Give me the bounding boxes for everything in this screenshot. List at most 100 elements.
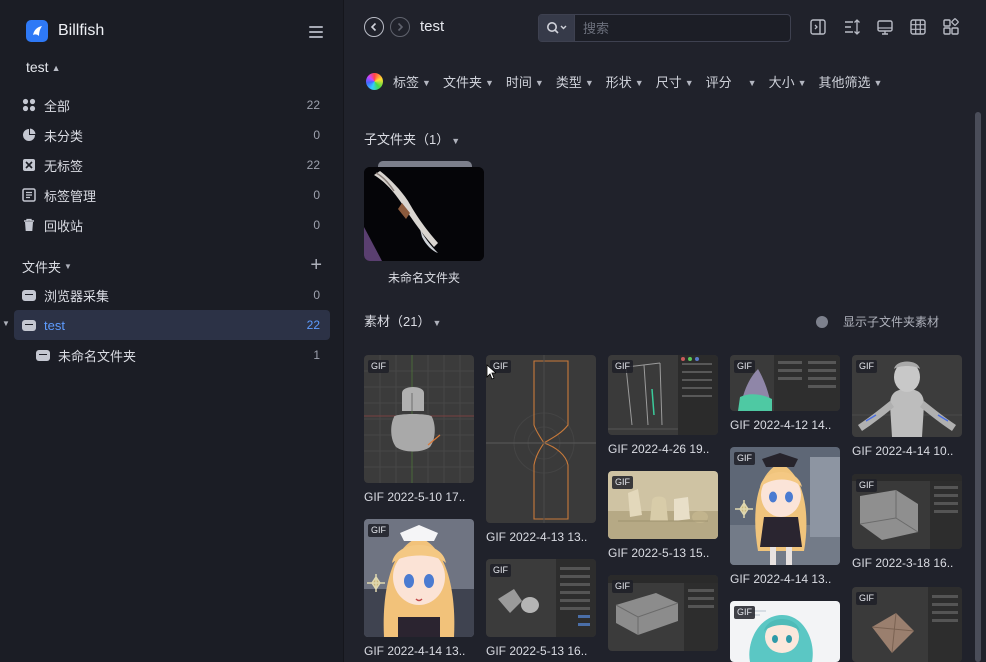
gif-badge: GIF bbox=[856, 360, 877, 373]
sidebar-item-uncategorized[interactable]: 未分类 0 bbox=[14, 120, 330, 150]
gif-badge: GIF bbox=[490, 564, 511, 577]
folders-label[interactable]: 文件夹 bbox=[22, 257, 61, 276]
asset-card[interactable]: GIF GIF 2022-4-12 14.. bbox=[730, 355, 840, 432]
asset-card[interactable]: GIF bbox=[730, 601, 840, 662]
asset-card[interactable]: GIF GIF 2022-3-18 16.. bbox=[852, 474, 962, 570]
folder-count: 0 bbox=[313, 288, 320, 302]
folder-item-test[interactable]: test 22 bbox=[14, 310, 330, 340]
asset-card[interactable]: GIF GIF 2022-4-14 10.. bbox=[852, 355, 962, 458]
filter-shape[interactable]: 形状 ▼ bbox=[606, 72, 644, 91]
filter-other[interactable]: 其他筛选 ▼ bbox=[819, 72, 883, 91]
item-count: 0 bbox=[313, 128, 320, 142]
library-switcher[interactable]: test ▲ bbox=[26, 59, 61, 75]
grid-dots-icon bbox=[22, 98, 36, 112]
assets-label: 素材（21） bbox=[364, 314, 431, 329]
asset-card[interactable]: GIF GIF 2022-4-14 13.. bbox=[730, 447, 840, 586]
folder-count: 1 bbox=[313, 348, 320, 362]
sort-icon[interactable] bbox=[843, 18, 861, 36]
show-subfolder-assets-toggle[interactable]: 显示子文件夹素材 bbox=[816, 313, 939, 330]
filter-rating[interactable]: 评分 ▼ bbox=[706, 72, 757, 91]
asset-thumbnail: GIF bbox=[852, 355, 962, 437]
asset-card[interactable]: GIF GIF 2022-4-13 13.. bbox=[486, 355, 596, 544]
sidebar-item-label: 标签管理 bbox=[44, 188, 97, 204]
add-folder-icon[interactable]: + bbox=[310, 255, 322, 275]
billfish-logo-icon bbox=[26, 20, 48, 42]
toggle-dot-icon bbox=[816, 315, 828, 328]
main-panel: test 标签▼ 文件夹▼ 时间▼ 类型▼ 形状▼ 尺寸▼ 评分▼ 大小▼ 其他… bbox=[344, 0, 986, 662]
asset-caption: GIF 2022-4-14 13.. bbox=[730, 572, 832, 586]
color-filter-icon[interactable] bbox=[366, 72, 383, 90]
sidebar-item-tag-manage[interactable]: 标签管理 0 bbox=[14, 180, 330, 210]
folder-count: 22 bbox=[306, 318, 320, 332]
tree-expand-icon[interactable]: ▼ bbox=[2, 319, 10, 328]
search-box bbox=[538, 14, 791, 42]
toggle-panel-icon[interactable] bbox=[809, 18, 827, 36]
pie-icon bbox=[22, 128, 36, 142]
gif-badge: GIF bbox=[368, 524, 389, 537]
app-name: Billfish bbox=[58, 22, 105, 39]
filter-filesize[interactable]: 大小 ▼ bbox=[769, 72, 807, 91]
item-count: 22 bbox=[306, 158, 320, 172]
waterfall-view-icon[interactable] bbox=[942, 18, 960, 36]
asset-caption: GIF 2022-4-14 13.. bbox=[364, 644, 466, 658]
sidebar-item-label: 无标签 bbox=[44, 158, 84, 174]
subfolder-card[interactable]: 未命名文件夹 bbox=[364, 161, 484, 286]
filter-tags[interactable]: 标签 ▼ bbox=[393, 72, 431, 91]
asset-thumbnail: GIF bbox=[852, 474, 962, 549]
asset-thumbnail: GIF bbox=[730, 355, 840, 411]
folder-icon bbox=[22, 319, 36, 331]
asset-card[interactable]: GIF bbox=[852, 587, 962, 662]
asset-card[interactable]: GIF GIF 2022-4-26 19.. bbox=[608, 355, 718, 456]
library-name: test bbox=[26, 59, 49, 75]
gif-badge: GIF bbox=[856, 479, 877, 492]
filter-type[interactable]: 类型 ▼ bbox=[556, 72, 594, 91]
page-title: test bbox=[420, 18, 445, 35]
gif-badge: GIF bbox=[734, 452, 755, 465]
sidebar-item-label: 未分类 bbox=[44, 128, 84, 144]
caret-down-icon[interactable]: ▼ bbox=[64, 262, 72, 271]
sidebar-item-all[interactable]: 全部 22 bbox=[14, 90, 330, 120]
hamburger-menu-icon[interactable] bbox=[309, 26, 323, 38]
scrollbar[interactable] bbox=[975, 112, 981, 662]
search-icon bbox=[546, 22, 566, 34]
assets-header[interactable]: 素材（21） ▼ bbox=[364, 311, 441, 330]
asset-caption: GIF 2022-4-14 10.. bbox=[852, 444, 954, 458]
filter-folders[interactable]: 文件夹 ▼ bbox=[443, 72, 494, 91]
folder-label: test bbox=[44, 317, 65, 333]
asset-card[interactable]: GIF GIF 2022-5-10 17.. bbox=[364, 355, 474, 504]
forward-button[interactable] bbox=[390, 17, 410, 37]
asset-card[interactable]: GIF bbox=[608, 575, 718, 658]
no-tag-icon bbox=[22, 158, 36, 172]
back-button[interactable] bbox=[364, 17, 384, 37]
folder-label: 浏览器采集 bbox=[44, 288, 110, 304]
show-subfolder-assets-label: 显示子文件夹素材 bbox=[843, 315, 940, 329]
subfolder-name: 未命名文件夹 bbox=[387, 271, 460, 285]
folder-item-unnamed[interactable]: 未命名文件夹 1 bbox=[14, 340, 330, 370]
search-input[interactable] bbox=[575, 15, 790, 41]
folder-icon bbox=[36, 349, 50, 361]
folder-item-browser[interactable]: 浏览器采集 0 bbox=[14, 280, 330, 310]
asset-thumbnail: GIF bbox=[486, 559, 596, 637]
asset-card[interactable]: GIF GIF 2022-5-13 15.. bbox=[608, 471, 718, 560]
asset-thumbnail: GIF bbox=[608, 575, 718, 651]
asset-caption: GIF 2022-5-13 15.. bbox=[608, 546, 710, 560]
grid-view-icon[interactable] bbox=[909, 18, 927, 36]
gif-badge: GIF bbox=[734, 606, 755, 619]
search-mode-dropdown[interactable] bbox=[539, 15, 575, 41]
sidebar-item-untagged[interactable]: 无标签 22 bbox=[14, 150, 330, 180]
sidebar-item-trash[interactable]: 回收站 0 bbox=[14, 210, 330, 240]
asset-card[interactable]: GIF GIF 2022-4-14 13.. bbox=[364, 519, 474, 658]
gif-badge: GIF bbox=[612, 476, 633, 489]
subfolders-header[interactable]: 子文件夹（1） ▼ bbox=[364, 129, 460, 148]
subfolder-thumbnail bbox=[364, 167, 484, 261]
chevron-left-icon bbox=[370, 22, 377, 32]
gif-badge: GIF bbox=[612, 360, 633, 373]
asset-card[interactable]: GIF GIF 2022-5-13 16.. bbox=[486, 559, 596, 658]
asset-caption: GIF 2022-3-18 16.. bbox=[852, 556, 954, 570]
gif-badge: GIF bbox=[368, 360, 389, 373]
asset-thumbnail: GIF bbox=[608, 355, 718, 435]
filter-time[interactable]: 时间 ▼ bbox=[506, 72, 544, 91]
filter-size[interactable]: 尺寸 ▼ bbox=[656, 72, 694, 91]
monitor-view-icon[interactable] bbox=[876, 18, 894, 36]
trash-icon bbox=[22, 218, 36, 232]
